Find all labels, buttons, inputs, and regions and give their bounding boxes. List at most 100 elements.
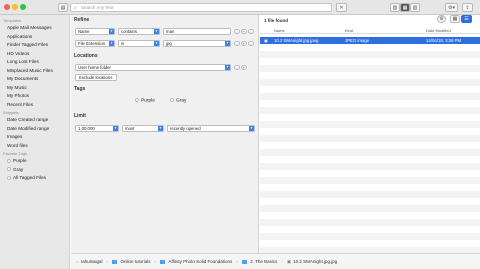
path-bar: ⌂ rahulsaigal › Online tutorials › Affin… [71,253,480,269]
sidebar-item-date-modified[interactable]: Date Modified range [0,125,69,134]
tag-circle-icon [135,98,139,102]
empty-rows [260,44,480,253]
sidebar-toggle-icon[interactable]: ▤ [58,3,68,12]
limit-heading: Limit [74,113,86,119]
gear-icon[interactable]: ⚙ [437,15,446,23]
list-view-icon[interactable]: ☰ [461,15,472,23]
grid-view-icon[interactable]: ▦ [450,15,460,23]
exclude-locations-button[interactable]: Exclude locations [75,74,117,81]
clear-search-icon[interactable]: ✕ [336,3,347,12]
remove-criteria-button[interactable]: - [234,28,240,34]
sidebar: Templates Apple Mail Messages Applicatio… [0,15,70,269]
add-criteria-button[interactable]: + [241,28,247,34]
limit-sort-select[interactable]: recently opened ▾ [167,125,255,132]
chevron-down-icon: ▾ [225,41,230,46]
chevron-down-icon: ▾ [113,126,118,131]
chevron-right-icon: › [236,259,238,264]
results-panel: 1 file found ⚙ ▦ ☰ Name Kind Date Modifi… [260,15,480,253]
tag-circle-icon [170,98,174,102]
path-item[interactable]: 10.2 SMAnight.jpg.jpg [293,259,337,264]
layout-split-icon[interactable]: ▦ [400,3,410,12]
chevron-down-icon: ▾ [109,29,114,34]
file-date: 14/04/18, 3:08 PM [426,38,462,43]
chevron-down-icon: ▾ [249,126,254,131]
sidebar-item-my-music[interactable]: My Music [0,84,69,93]
limit-order-select[interactable]: most ▾ [122,125,164,132]
sidebar-item-date-created[interactable]: Date Created range [0,116,69,125]
more-criteria-button[interactable]: ... [248,28,254,34]
chevron-down-icon: ▾ [154,29,159,34]
file-name: 10.2 SMAnight.jpg.jpeg [274,38,319,43]
action-gear-icon[interactable]: ⚙▾ [445,3,458,12]
sidebar-item-label: Purple [13,158,27,163]
share-icon[interactable]: ⇪ [462,3,473,12]
column-header-date[interactable]: Date Modified [426,28,451,34]
sidebar-item-long-lost[interactable]: Long Lost Files [0,58,69,67]
title-bar: ▤ ⌕ Search Any Text ✕ ▥ ▦ ▥ ⚙▾ ⇪ [0,0,480,15]
search-input[interactable]: ⌕ Search Any Text [70,3,332,12]
more-criteria-button[interactable]: ... [248,40,254,46]
criteria-field-select[interactable]: File Extension ▾ [75,40,115,47]
sidebar-item-applications[interactable]: Applications [0,33,69,42]
sidebar-item-recent-files[interactable]: Recent Files [0,101,69,110]
results-header: 1 file found ⚙ ▦ ☰ [260,15,480,25]
add-criteria-button[interactable]: + [241,40,247,46]
minimize-window-button[interactable] [12,4,18,10]
chevron-right-icon: › [106,259,108,264]
tag-circle-icon [7,175,11,180]
sidebar-item-my-photos[interactable]: My Photos [0,92,69,101]
sidebar-item-finder-tagged[interactable]: Finder Tagged Files [0,41,69,50]
folder-icon [111,259,117,264]
tag-option-purple[interactable]: Purple [135,98,155,103]
sidebar-item-word-files[interactable]: Word files [0,142,69,151]
limit-count-select[interactable]: 1,00,000 ▾ [75,125,119,132]
sidebar-item-all-tagged[interactable]: All Tagged Files [0,174,69,183]
chevron-down-icon: ▾ [154,41,159,46]
column-header-name[interactable]: Name [274,28,285,34]
sidebar-item-apple-mail[interactable]: Apple Mail Messages [0,24,69,33]
folder-icon [160,259,165,264]
path-item[interactable]: Affinity Photo Solid Foundations [169,259,233,264]
locations-heading: Locations [74,53,98,59]
sidebar-item-tag-purple[interactable]: Purple [0,157,69,166]
close-window-button[interactable] [4,4,10,10]
criteria-value-select[interactable]: jpg ▾ [163,40,231,47]
file-kind: JPEG image [345,38,370,43]
file-icon: ▣ [286,258,292,264]
criteria-operator-select[interactable]: contains ▾ [118,28,160,35]
tag-option-gray[interactable]: Gray [170,98,186,103]
chevron-down-icon: ▾ [225,65,230,70]
sidebar-item-images[interactable]: Images [0,133,69,142]
path-item[interactable]: 2. The Basics [250,259,277,264]
chevron-right-icon: › [281,259,283,264]
zoom-window-button[interactable] [20,4,26,10]
location-select[interactable]: User home folder ▾ [75,64,231,71]
tag-circle-icon [7,167,11,172]
home-icon: ⌂ [76,259,79,264]
add-location-button[interactable]: + [241,64,247,70]
sidebar-item-tag-gray[interactable]: Gray [0,166,69,175]
sidebar-item-hd-videos[interactable]: HD Videos [0,50,69,59]
criteria-field-select[interactable]: Name ▾ [75,28,115,35]
chevron-down-icon: ▾ [158,126,163,131]
sidebar-item-my-documents[interactable]: My Documents [0,75,69,84]
column-header-kind[interactable]: Kind [345,28,353,34]
sidebar-item-misplaced-music[interactable]: Misplaced Music Files [0,67,69,76]
refine-panel: Refine Name ▾ contains ▾ man - + ... File … [71,15,259,253]
file-icon: ▣ [264,38,268,43]
table-row[interactable]: ▣ 10.2 SMAnight.jpg.jpeg JPEG image 14/0… [260,37,480,44]
path-item[interactable]: Online tutorials [120,259,150,264]
criteria-operator-select[interactable]: is ▾ [118,40,160,47]
layout-right-icon[interactable]: ▥ [410,3,420,12]
refine-heading: Refine [74,17,90,23]
criteria-value-input[interactable]: man [163,28,231,35]
remove-location-button[interactable]: - [234,64,240,70]
search-icon: ⌕ [74,5,77,11]
path-item[interactable]: rahulsaigal [81,259,103,264]
remove-criteria-button[interactable]: - [234,40,240,46]
sidebar-item-label: Gray [13,166,24,172]
tag-circle-icon [7,158,11,163]
results-count: 1 file found [264,18,288,23]
layout-left-icon[interactable]: ▥ [390,3,400,12]
sidebar-item-label: All Tagged Files [13,175,47,180]
